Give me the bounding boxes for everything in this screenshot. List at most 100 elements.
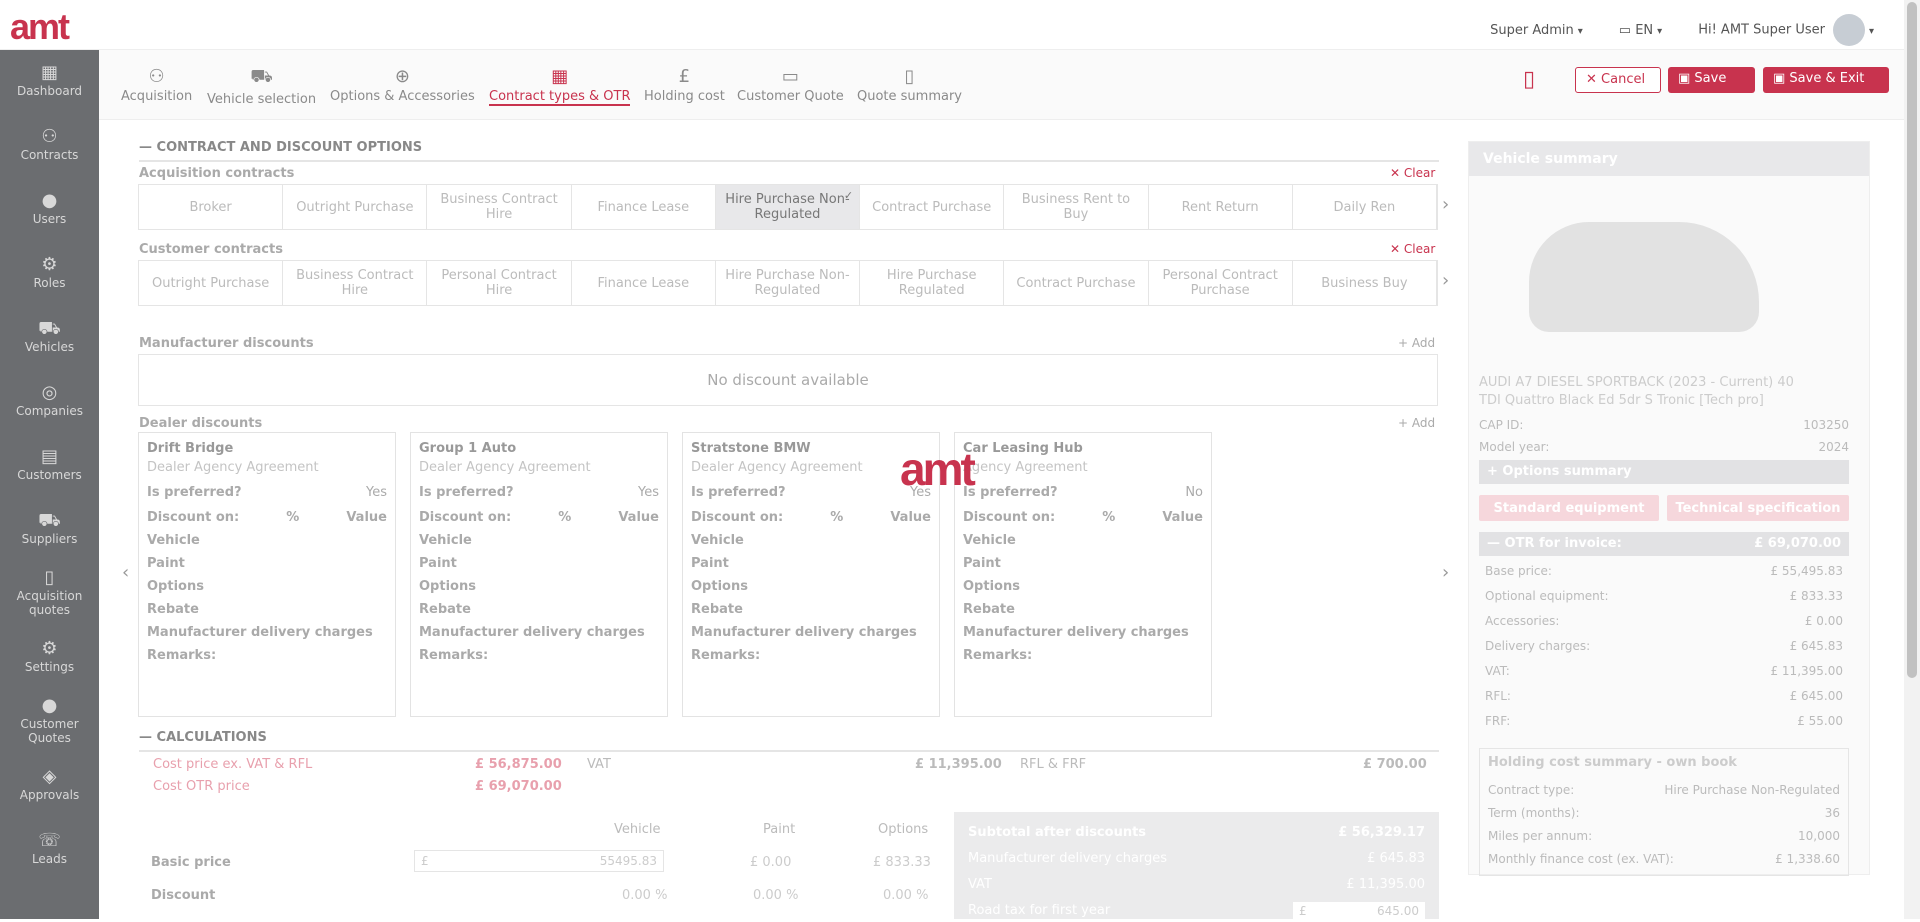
sidebar-item-companies[interactable]: ◎ Companies	[0, 370, 99, 434]
sidebar-item-contracts[interactable]: ⚇ Contracts	[0, 114, 99, 178]
cust-tab-business-contract-hire[interactable]: Business Contract Hire	[283, 261, 428, 305]
sidebar-item-roles[interactable]: ⚙ Roles	[0, 242, 99, 306]
add-manufacturer-discount-button[interactable]: + Add	[1398, 336, 1435, 350]
dealer-card[interactable]: Car Leasing Hub Agency Agreement Is pref…	[954, 432, 1212, 717]
dealer-discounts-title: Dealer discounts	[139, 416, 263, 431]
tab-quote-summary[interactable]: ▯ Quote summary	[857, 66, 962, 104]
avatar	[1832, 14, 1865, 46]
clear-customer-button[interactable]: ✕ Clear	[1390, 242, 1435, 256]
discount-label: Discount	[151, 888, 216, 903]
sidebar-item-vehicles[interactable]: ⛟ Vehicles	[0, 306, 99, 370]
user-menu[interactable]: Hi! AMT Super User ▾	[1698, 14, 1874, 46]
quote-icon: ▭	[781, 66, 799, 87]
vehicle-image	[1529, 222, 1759, 332]
sidebar-item-customers[interactable]: ▤ Customers	[0, 434, 99, 498]
cust-tab-hire-purchase-regulated[interactable]: Hire Purchase Regulated	[860, 261, 1005, 305]
basic-price-input[interactable]: £55495.83	[414, 850, 664, 872]
cust-tab-business-buy[interactable]: Business Buy	[1293, 261, 1437, 305]
contract-section-title[interactable]: — CONTRACT AND DISCOUNT OPTIONS	[139, 140, 422, 155]
cust-tab-hire-purchase-non-regulated[interactable]: Hire Purchase Non-Regulated	[716, 261, 861, 305]
col-options: Options	[878, 822, 929, 837]
acq-tab-outright-purchase[interactable]: Outright Purchase	[283, 185, 428, 229]
amt-logo[interactable]: amt	[10, 6, 70, 48]
pdf-document-icon[interactable]: ▯	[1523, 67, 1535, 92]
truck-icon: ⛟	[38, 510, 61, 531]
road-tax-input[interactable]: £645.00	[1293, 902, 1425, 922]
cust-tab-personal-contract-hire[interactable]: Personal Contract Hire	[427, 261, 572, 305]
save-button[interactable]: ▣ Save	[1668, 67, 1755, 93]
sidebar-item-customer-quotes[interactable]: ● Customer Quotes	[0, 690, 99, 754]
acq-tab-business-contract-hire[interactable]: Business Contract Hire	[427, 185, 572, 229]
chevron-right-icon[interactable]: ›	[1442, 194, 1449, 215]
vat-value: £ 11,395.00	[915, 757, 1002, 772]
chevron-down-icon: ▾	[1868, 25, 1874, 37]
customer-contract-tabs: Outright Purchase Business Contract Hire…	[138, 260, 1438, 306]
acq-tab-daily-rental[interactable]: Daily Ren	[1293, 185, 1437, 229]
flag-icon: ▭	[1618, 22, 1636, 38]
otr-invoice-toggle[interactable]: — OTR for invoice: £ 69,070.00	[1479, 532, 1849, 556]
basic-paint-value: £ 0.00	[750, 855, 792, 870]
pound-icon: £	[678, 66, 691, 87]
rfl-value: £ 700.00	[1363, 757, 1427, 772]
tab-acquisition[interactable]: ⚇ Acquisition	[121, 66, 192, 104]
sidebar-item-dashboard[interactable]: ▦ Dashboard	[0, 50, 99, 114]
no-discount-message: No discount available	[138, 354, 1438, 406]
cost-otr-label: Cost OTR price	[153, 779, 250, 794]
tab-vehicle-selection[interactable]: ⛟ Vehicle selection	[207, 66, 316, 107]
acq-tab-hire-purchase-non-regulated[interactable]: Hire Purchase Non-Regulated	[715, 185, 861, 229]
gear-icon: ⚙	[41, 638, 58, 659]
sidebar-item-suppliers[interactable]: ⛟ Suppliers	[0, 498, 99, 562]
document-icon: ▯	[44, 567, 55, 588]
calculations-title[interactable]: — CALCULATIONS	[139, 730, 267, 745]
basic-options-value: £ 833.33	[873, 855, 931, 870]
scrollbar-thumb[interactable]	[1907, 2, 1917, 678]
page-scrollbar[interactable]	[1904, 0, 1920, 919]
add-dealer-discount-button[interactable]: + Add	[1398, 416, 1435, 430]
chevron-down-icon: ▾	[1657, 25, 1663, 37]
plus-circle-icon: ⊕	[394, 66, 410, 87]
cust-tab-finance-lease[interactable]: Finance Lease	[572, 261, 716, 305]
discount-vehicle[interactable]: 0.00 %	[622, 888, 667, 903]
options-summary-toggle[interactable]: + Options summary	[1479, 460, 1849, 484]
role-selector[interactable]: Super Admin ▾	[1490, 23, 1583, 38]
top-bar: amt Super Admin ▾ ▭ EN ▾ Hi! AMT Super Use…	[0, 0, 1904, 50]
chevron-right-icon[interactable]: ›	[1442, 562, 1449, 583]
save-exit-button[interactable]: ▣ Save & Exit	[1763, 67, 1889, 93]
col-paint: Paint	[763, 822, 796, 837]
standard-equipment-button[interactable]: Standard equipment	[1479, 495, 1659, 521]
rfl-label: RFL & FRF	[1020, 757, 1087, 772]
acq-tab-finance-lease[interactable]: Finance Lease	[572, 185, 716, 229]
col-vehicle: Vehicle	[614, 822, 661, 837]
cancel-button[interactable]: ✕ Cancel	[1575, 67, 1661, 93]
language-selector[interactable]: ▭ EN ▾	[1619, 23, 1662, 38]
sidebar-item-approvals[interactable]: ◈ Approvals	[0, 754, 99, 818]
cust-tab-contract-purchase[interactable]: Contract Purchase	[1004, 261, 1149, 305]
tab-holding-cost[interactable]: £ Holding cost	[644, 66, 725, 104]
tab-contract-types-otr[interactable]: ▦ Contract types & OTR	[489, 66, 631, 106]
clear-acquisition-button[interactable]: ✕ Clear	[1390, 166, 1435, 180]
technical-specification-button[interactable]: Technical specification	[1667, 495, 1849, 521]
tab-customer-quote[interactable]: ▭ Customer Quote	[737, 66, 844, 104]
acq-tab-business-rent-to-buy[interactable]: Business Rent to Buy	[1004, 185, 1149, 229]
summary-icon: ▯	[904, 66, 915, 87]
dealer-card[interactable]: Group 1 Auto Dealer Agency Agreement Is …	[410, 432, 668, 717]
discount-options[interactable]: 0.00 %	[883, 888, 928, 903]
vat-label: VAT	[587, 757, 611, 772]
discount-paint[interactable]: 0.00 %	[753, 888, 798, 903]
sidebar-item-acquisition-quotes[interactable]: ▯ Acquisition quotes	[0, 562, 99, 626]
chevron-left-icon[interactable]: ‹	[122, 562, 129, 583]
vehicle-summary-title: Vehicle summary	[1469, 142, 1869, 176]
loading-logo: amt	[900, 443, 976, 495]
acq-tab-contract-purchase[interactable]: Contract Purchase	[860, 185, 1005, 229]
acq-tab-rent-return[interactable]: Rent Return	[1149, 185, 1293, 229]
chevron-right-icon[interactable]: ›	[1442, 270, 1449, 291]
sidebar-item-users[interactable]: ● Users	[0, 178, 99, 242]
acq-tab-broker[interactable]: Broker	[139, 185, 284, 229]
sidebar-item-leads[interactable]: ☏ Leads	[0, 818, 99, 882]
cust-tab-personal-contract-purchase[interactable]: Personal Contract Purchase	[1149, 261, 1293, 305]
tab-options-accessories[interactable]: ⊕ Options & Accessories	[330, 66, 475, 104]
dealer-card[interactable]: Drift Bridge Dealer Agency Agreement Is …	[138, 432, 396, 717]
dashboard-icon: ▦	[40, 62, 58, 83]
sidebar-item-settings[interactable]: ⚙ Settings	[0, 626, 99, 690]
cust-tab-outright-purchase[interactable]: Outright Purchase	[139, 261, 284, 305]
